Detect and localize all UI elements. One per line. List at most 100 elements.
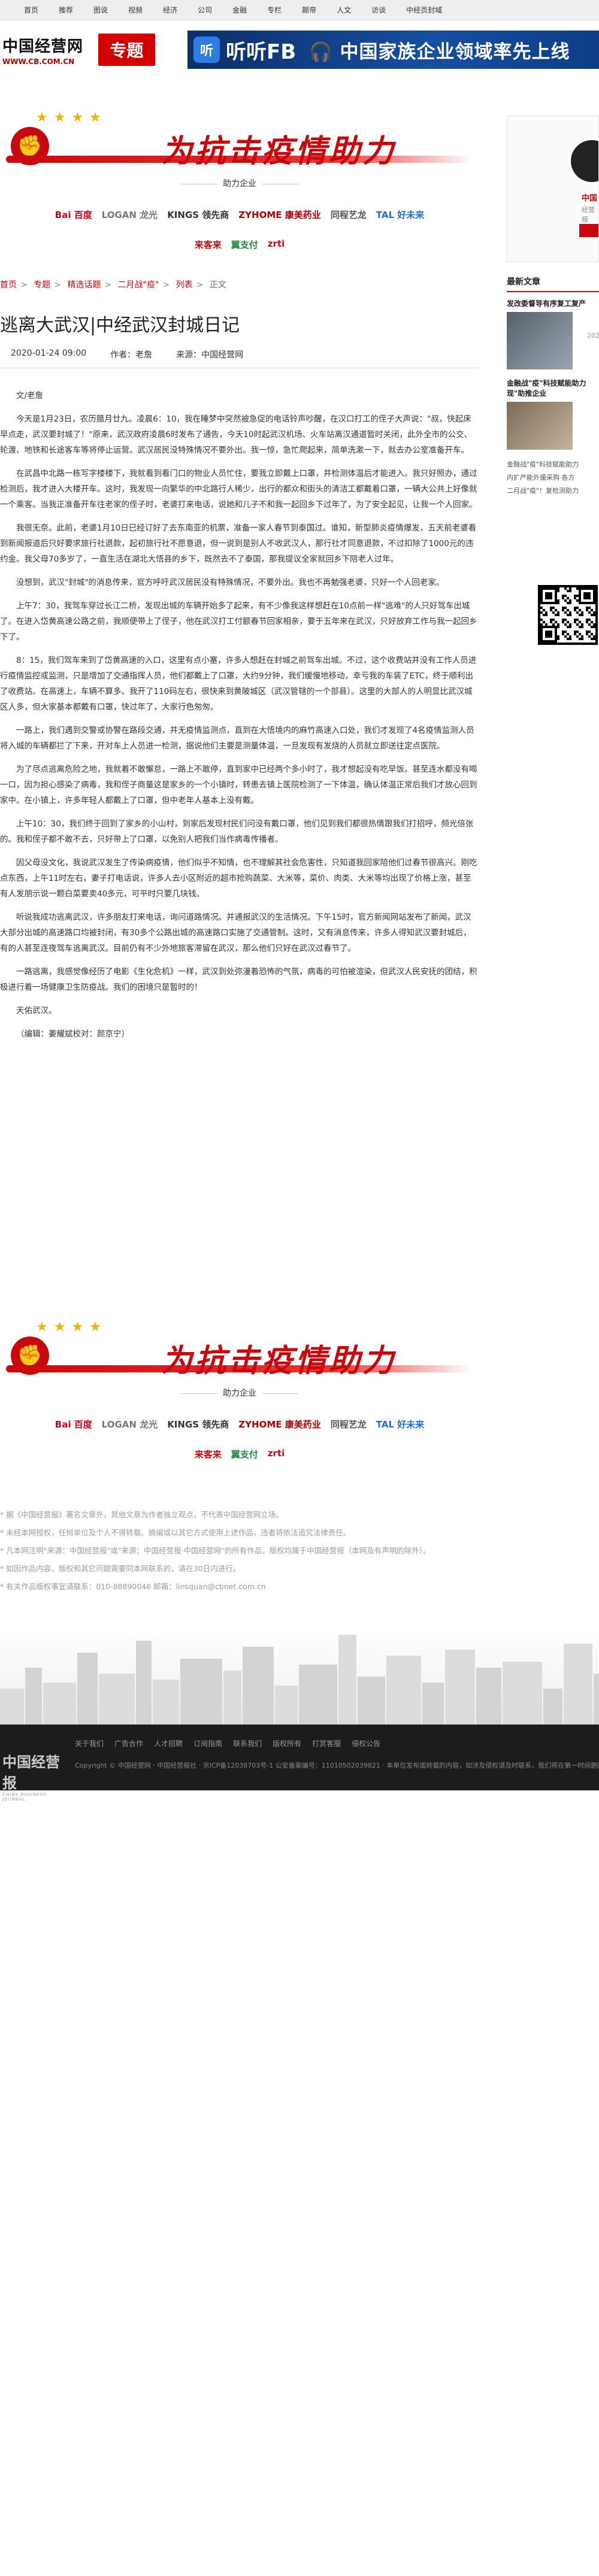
breadcrumb-home[interactable]: 首页 (0, 280, 17, 290)
sponsor-logo[interactable]: ZYHOME 康美药业 (238, 1418, 320, 1431)
qr-module (557, 602, 559, 604)
building-shape (422, 1683, 444, 1725)
building-shape (153, 1680, 179, 1725)
nav-item-economy[interactable]: 经济 (163, 5, 177, 15)
sponsor-logo[interactable]: 同程艺龙 (331, 208, 367, 221)
footer-logo-text: 中国经营报 (2, 1753, 60, 1792)
article-paragraph: 8：15，我们驾车来到了岱黄高速的入口，这里有点小塞，许多人想赶在封城之前驾车出… (0, 656, 477, 712)
qr-code-image (538, 585, 598, 645)
building-shape (77, 1653, 98, 1725)
qr-module (581, 626, 583, 628)
qr-module (569, 602, 571, 604)
sponsor-logo[interactable]: KINGS 领先商 (167, 208, 229, 221)
logo-url: WWW.CB.COM.CN (2, 57, 75, 66)
nav-item-8[interactable]: 颠帝 (302, 5, 316, 15)
qr-module (557, 614, 559, 616)
campaign-banner-bottom[interactable]: ★★★★ ✊ 为抗击疫情助力 助力企业 Bai 百度 LOGAN 龙光 KING… (0, 1311, 479, 1485)
qr-module (557, 590, 559, 592)
site-header: 中国经营网 WWW.CB.COM.CN 专题 听 听听FB 🎧 中国家族企业领域… (0, 20, 599, 79)
nav-item-finance[interactable]: 金融 (232, 5, 247, 15)
top-navigation: 首页 推荐 图说 视频 经济 公司 金融 专栏 颠帝 人文 访谈 中经页封域 (0, 0, 599, 20)
sidebar-profile-card[interactable]: 中国 经营报 (507, 116, 599, 262)
qr-module (557, 638, 559, 640)
nav-item-interview[interactable]: 访谈 (371, 5, 386, 15)
breadcrumb-featured[interactable]: 精选话题 (67, 280, 101, 290)
qr-module (550, 597, 552, 599)
ad-banner[interactable]: 听 听听FB 🎧 中国家族企业领域率先上线 (187, 31, 599, 69)
article-paragraph: （编辑：姜耀斌校对：颜京宁） (16, 1029, 129, 1039)
note-line: * 凡本网注明"来源：中国经营报"或"来源：中国经营报·中国经营网"的所有作品，… (0, 1546, 431, 1555)
sponsor-logo[interactable]: ZYHOME 康美药业 (238, 208, 320, 221)
city-skyline-illustration (0, 1626, 599, 1725)
article-paragraph: 因父母没文化，我说武汉发生了传染病疫情，他们似乎不知情，也不理解其社会危害性，只… (0, 858, 477, 899)
sponsor-logo[interactable]: zrti (268, 1448, 285, 1460)
article-paragraph: 文/老詹 (16, 391, 44, 401)
site-logo[interactable]: 中国经营网 WWW.CB.COM.CN (2, 34, 98, 66)
ad-headline: 听听FB (226, 40, 297, 64)
list-item[interactable]: 发改委督导有序复工复产 202 (507, 298, 599, 369)
footer-link[interactable]: 打赏客服 (312, 1738, 341, 1748)
sponsor-logo[interactable]: KINGS 领先商 (167, 1418, 229, 1431)
breadcrumb-topic[interactable]: 专题 (34, 280, 50, 290)
footer-link[interactable]: 关于我们 (75, 1738, 104, 1748)
stars-decoration: ★★★★ (36, 110, 107, 125)
building-shape (594, 1674, 599, 1725)
sponsor-logo[interactable]: 翼支付 (231, 1448, 258, 1460)
follow-button[interactable] (579, 224, 598, 237)
profile-desc: 经营报 (582, 206, 595, 223)
list-item-title: 发改委督导有序复工复产 (507, 299, 586, 308)
sponsor-logo[interactable]: TAL 好未来 (376, 1418, 424, 1431)
footer-link[interactable]: 人才招聘 (154, 1738, 183, 1748)
sponsor-logo[interactable]: LOGAN 龙光 (102, 208, 158, 221)
list-item[interactable]: 金融战"疫"科技赋能助力现"助推企业 (507, 378, 599, 450)
sponsor-logo[interactable]: 来客来 (195, 238, 222, 251)
sponsor-logo[interactable]: LOGAN 龙光 (102, 1418, 158, 1431)
nav-item-11[interactable]: 中经页封域 (406, 5, 442, 15)
building-shape (136, 1641, 152, 1725)
sponsor-logo[interactable]: TAL 好未来 (376, 208, 424, 221)
article-meta: 2020-01-24 09:00 作者：老詹 来源：中国经营网 (11, 348, 243, 360)
list-item[interactable]: 金融战"疫"科技赋能助力 内扩产能外援采购 各方 二月战"疫"！复检测助力 (507, 458, 599, 498)
breadcrumb-campaign[interactable]: 二月战"疫" (118, 280, 159, 290)
qr-module (555, 640, 557, 643)
qr-module (557, 626, 559, 628)
channel-badge[interactable]: 专题 (98, 34, 155, 66)
sponsor-logo[interactable]: zrti (268, 238, 285, 251)
qr-module (593, 602, 595, 604)
building-shape (275, 1686, 298, 1725)
article-paragraph: 在武昌中北路一栋写字楼楼下，我就看到看门口的物业人员忙住，要我立即戴上口罩，并检… (0, 469, 477, 510)
qr-module (593, 638, 595, 640)
nav-item-column[interactable]: 专栏 (267, 5, 282, 15)
sponsor-logo[interactable]: 翼支付 (231, 238, 258, 251)
building-shape (43, 1683, 76, 1725)
article-date: 2020-01-24 09:00 (11, 348, 87, 358)
note-line: * 未经本网授权，任何单位及个人不得转载、摘编或以其它方式使用上述作品，违者将依… (0, 1528, 351, 1537)
stars-decoration: ★★★★ (36, 1320, 107, 1335)
breadcrumb: 首页 > 专题 > 精选话题 > 二月战"疫" > 列表 > 正文 (0, 278, 226, 290)
footer-link[interactable]: 侵权公告 (352, 1738, 380, 1748)
campaign-title: 为抗击疫情助力 (161, 133, 396, 169)
sponsor-logo[interactable]: Bai 百度 (55, 208, 92, 221)
footer-logo[interactable]: 中国经营报 CHINA BUSINESS JOURNAL (2, 1750, 71, 1802)
footer-link[interactable]: 版权所有 (273, 1738, 301, 1748)
sponsor-logo[interactable]: 来客来 (195, 1448, 222, 1460)
footer-link[interactable]: 广告合作 (114, 1738, 143, 1748)
nav-item-recommend[interactable]: 推荐 (59, 5, 73, 15)
building-shape (243, 1647, 274, 1725)
nav-item-pictures[interactable]: 图说 (93, 5, 108, 15)
nav-item-home[interactable]: 首页 (24, 5, 38, 15)
building-shape (445, 1650, 475, 1725)
breadcrumb-list[interactable]: 列表 (176, 280, 193, 290)
footer-link[interactable]: 联系我们 (233, 1738, 262, 1748)
footer-link[interactable]: 订阅指南 (193, 1738, 222, 1748)
building-shape (358, 1677, 385, 1725)
campaign-banner-top[interactable]: ★★★★ ✊ 为抗击疫情助力 助力企业 Bai 百度 LOGAN 龙光 KING… (0, 102, 479, 275)
copyright-notes: * 据《中国经营报》著名文章外，其他文章为作者独立观点，不代表中国经营网立场。 … (0, 1506, 479, 1596)
sponsor-logo[interactable]: Bai 百度 (55, 1418, 92, 1431)
sponsor-logo[interactable]: 同程艺龙 (331, 1418, 367, 1431)
nav-item-company[interactable]: 公司 (198, 5, 212, 15)
article-paragraph: 上午10：30，我们终于回到了家乡的小山村，到家后发现村民们问没有戴口罩，他们见… (0, 819, 474, 844)
nav-item-video[interactable]: 视频 (128, 5, 143, 15)
note-line: * 据《中国经营报》著名文章外，其他文章为作者独立观点，不代表中国经营网立场。 (0, 1510, 283, 1519)
nav-item-culture[interactable]: 人文 (337, 5, 351, 15)
